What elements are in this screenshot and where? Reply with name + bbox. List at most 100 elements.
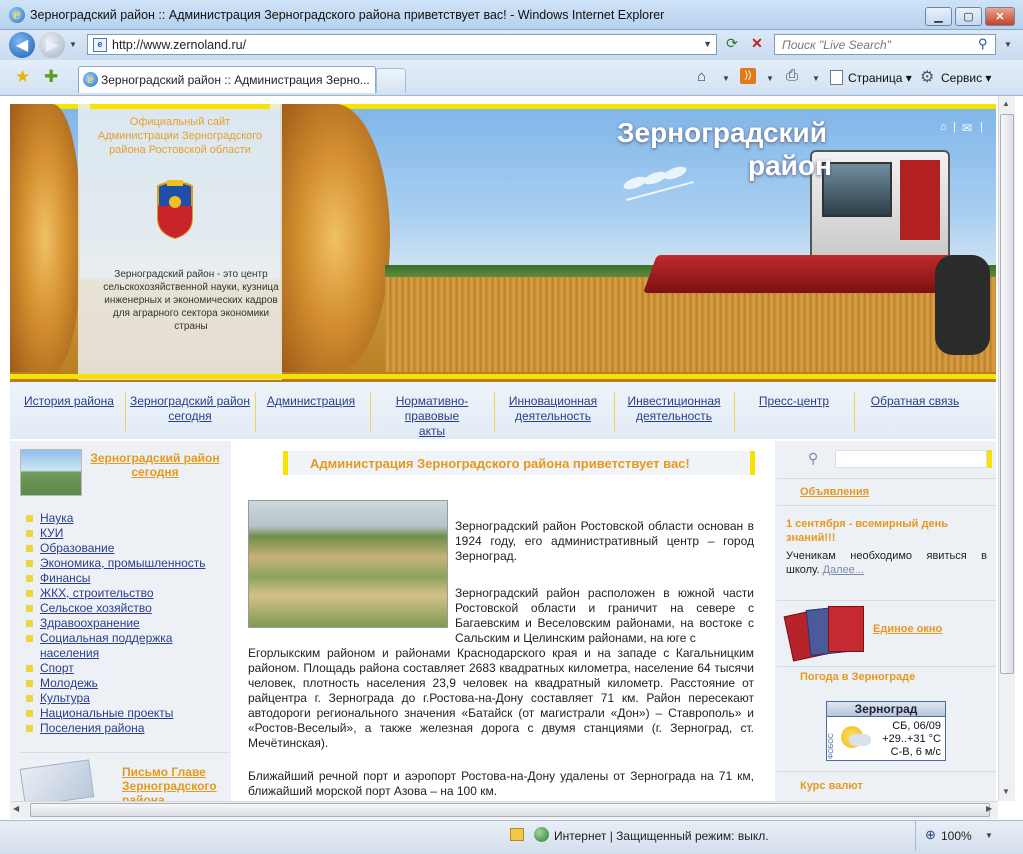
search-icon[interactable]: ⚲: [978, 36, 988, 52]
nav-label: Инвестиционная: [627, 394, 721, 408]
nav-label: Пресс-центр: [758, 394, 830, 408]
history-dropdown-icon[interactable]: ▼: [69, 40, 77, 49]
nav-history[interactable]: История района: [18, 394, 120, 409]
nav-press-center[interactable]: Пресс-центр: [740, 394, 848, 409]
nav-label: деятельность: [635, 409, 713, 423]
welcome-heading: Администрация Зерноградского района прив…: [310, 456, 690, 471]
sidebar-item-social-support-cont[interactable]: населения: [24, 646, 229, 661]
nav-separator: [854, 392, 855, 432]
right-divider: [777, 478, 996, 479]
internet-zone-icon: [534, 827, 549, 842]
district-today-l2: сегодня: [131, 465, 179, 479]
sidebar-item-education[interactable]: Образование: [24, 541, 229, 556]
print-icon[interactable]: ⎙: [786, 67, 798, 84]
zoom-icon[interactable]: ⊕: [925, 827, 936, 843]
window-titlebar: e Зерноградский район :: Администрация З…: [0, 0, 1023, 30]
sidebar-item-national-projects[interactable]: Национальные проекты: [24, 706, 229, 721]
district-today-link[interactable]: Зерноградский район сегодня: [90, 451, 220, 479]
security-zone-text[interactable]: Интернет | Защищенный режим: выкл.: [554, 829, 769, 843]
cloud-icon: [849, 734, 871, 746]
combine-wheel: [935, 255, 990, 355]
home-icon[interactable]: ⌂: [697, 68, 706, 85]
sidebar-item-healthcare[interactable]: Здравоохранение: [24, 616, 229, 631]
header-bottom-stripe: [10, 374, 996, 379]
one-window-link[interactable]: Единое окно: [873, 623, 942, 635]
sidebar-item-economy[interactable]: Экономика, промышленность: [24, 556, 229, 571]
combine-cabin: [822, 162, 892, 217]
sidebar-item-culture[interactable]: Культура: [24, 691, 229, 706]
minimize-button[interactable]: ▁: [925, 7, 952, 26]
rss-feed-icon[interactable]: )): [740, 68, 756, 84]
sidebar-item-science[interactable]: Наука: [24, 511, 229, 526]
right-divider: [777, 505, 996, 506]
announcements-link[interactable]: Объявления: [800, 486, 869, 498]
favorites-star-icon[interactable]: ★: [15, 67, 30, 87]
news-more-link[interactable]: Далее...: [823, 564, 864, 576]
sidebar-item-youth[interactable]: Молодежь: [24, 676, 229, 691]
browser-tab-active[interactable]: e Зерноградский район :: Администрация З…: [78, 66, 376, 93]
tools-menu[interactable]: Сервис ▾: [941, 71, 991, 85]
scroll-left-arrow-icon[interactable]: ◀: [13, 804, 19, 813]
nav-district-today[interactable]: Зерноградский район сегодня: [130, 394, 250, 424]
protected-mode-icon[interactable]: [510, 828, 524, 841]
nav-label: Нормативно-: [395, 394, 469, 408]
sidebar-item-agriculture[interactable]: Сельское хозяйство: [24, 601, 229, 616]
paragraph-2b: Егорлыкским районом и районами Краснодар…: [248, 646, 754, 750]
zoom-dropdown-icon[interactable]: ▼: [985, 831, 993, 840]
news-title: 1 сентября - всемирный день знаний!!!: [786, 518, 948, 544]
weather-brand: ФОБОС: [828, 733, 835, 759]
scroll-down-arrow-icon[interactable]: ▼: [1002, 787, 1010, 796]
sidebar-divider: [20, 752, 230, 753]
nav-legal-acts[interactable]: Нормативно-правовые акты: [378, 394, 486, 439]
header-mail-icon[interactable]: ✉: [962, 121, 972, 135]
page-menu[interactable]: Страница ▾: [848, 71, 912, 85]
search-input[interactable]: Поиск "Live Search": [774, 34, 996, 55]
refresh-icon[interactable]: ⟳: [721, 35, 743, 55]
weather-details: СБ, 06/09 +29..+31 °С С-В, 6 м/с: [882, 720, 941, 759]
paragraph-3: Ближайший речной порт и аэропорт Ростова…: [248, 769, 754, 798]
sidebar-item-housing[interactable]: ЖКХ, строительство: [24, 586, 229, 601]
nav-separator: [370, 392, 371, 432]
add-favorites-icon[interactable]: ✚: [44, 67, 58, 87]
sidebar-menu: Наука КУИ Образование Экономика, промышл…: [24, 511, 229, 736]
tab-ie-icon: e: [83, 72, 98, 87]
vertical-scroll-thumb[interactable]: [1000, 114, 1014, 674]
weather-widget[interactable]: Зерноград ФОБОС СБ, 06/09 +29..+31 °С С-…: [826, 701, 946, 761]
header-home-icon[interactable]: ⌂: [940, 121, 947, 133]
zoom-level[interactable]: 100%: [941, 829, 972, 843]
nav-investment[interactable]: Инвестиционная деятельность: [620, 394, 728, 424]
close-window-button[interactable]: ✕: [985, 7, 1015, 26]
nav-separator: [494, 392, 495, 432]
weather-city: Зерноград: [827, 702, 945, 717]
home-dropdown-icon[interactable]: ▼: [722, 74, 730, 83]
print-dropdown-icon[interactable]: ▼: [812, 74, 820, 83]
sidebar-item-finance[interactable]: Финансы: [24, 571, 229, 586]
sidebar-item-sport[interactable]: Спорт: [24, 661, 229, 676]
site-search-icon[interactable]: ⚲: [808, 450, 818, 467]
scroll-up-arrow-icon[interactable]: ▲: [1002, 99, 1010, 108]
back-arrow-icon[interactable]: ◀: [9, 32, 35, 58]
heading-marker-right: [750, 451, 755, 475]
address-dropdown-icon[interactable]: ▼: [703, 39, 712, 49]
address-bar[interactable]: e http://www.zernoland.ru/ ▼: [87, 34, 717, 55]
nav-administration[interactable]: Администрация: [260, 394, 362, 409]
new-tab-button[interactable]: [376, 68, 406, 93]
maximize-button[interactable]: ▢: [955, 7, 982, 26]
forward-arrow-icon[interactable]: ▶: [39, 32, 65, 58]
red-folder-icon-2: [828, 606, 864, 652]
nav-innovation[interactable]: Инновационная деятельность: [500, 394, 606, 424]
feed-dropdown-icon[interactable]: ▼: [766, 74, 774, 83]
header-title-line2: район: [748, 150, 832, 181]
stop-icon[interactable]: ✕: [746, 35, 768, 55]
paragraph-2a: Зерноградский район расположен в южной ч…: [455, 586, 754, 645]
search-options-icon[interactable]: ▼: [1004, 40, 1012, 49]
site-search-input[interactable]: [835, 450, 987, 468]
horizontal-scroll-thumb[interactable]: [30, 803, 990, 817]
nav-feedback[interactable]: Обратная связь: [860, 394, 970, 409]
sidebar-item-social-support[interactable]: Социальная поддержка: [24, 631, 229, 646]
sidebar-item-settlements[interactable]: Поселения района: [24, 721, 229, 736]
scroll-right-arrow-icon[interactable]: ▶: [986, 804, 992, 813]
paragraph-1: Зерноградский район Ростовской области о…: [455, 519, 754, 563]
tab-title: Зерноградский район :: Администрация Зер…: [101, 73, 370, 87]
sidebar-item-kui[interactable]: КУИ: [24, 526, 229, 541]
